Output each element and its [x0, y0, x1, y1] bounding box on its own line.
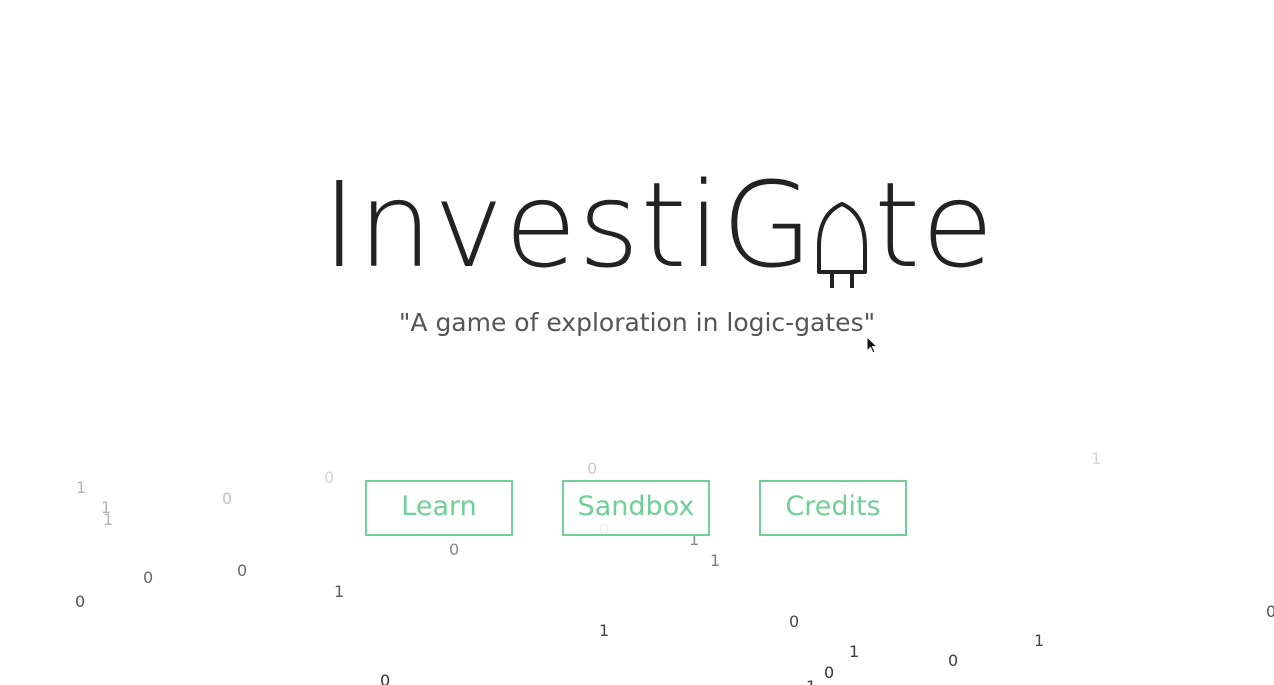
sandbox-button[interactable]: Sandbox [562, 480, 710, 536]
falling-bit: 1 [1091, 449, 1102, 468]
credits-button[interactable]: Credits [759, 480, 907, 536]
mouse-cursor-icon [866, 335, 879, 358]
falling-bit: 0 [237, 561, 248, 580]
falling-bit: 1 [849, 642, 860, 661]
title-text-start: InvestiG [322, 156, 814, 294]
falling-bit: 1 [76, 478, 87, 497]
falling-bit: 0 [449, 540, 460, 559]
falling-bit: 1 [599, 621, 610, 640]
game-title: InvestiG te [322, 156, 994, 294]
falling-bit: 1 [103, 510, 114, 529]
falling-bit: 0 [948, 651, 959, 670]
falling-bit: 0 [75, 592, 86, 611]
falling-bit: 0 [143, 568, 154, 587]
title-text-end: te [873, 156, 995, 294]
falling-bit: 0 [324, 468, 335, 487]
falling-bit: 1 [710, 551, 721, 570]
game-screen: InvestiG te "A game of exploration in lo… [0, 0, 1274, 685]
falling-bit: 0 [1266, 602, 1274, 621]
falling-bit: 1 [1034, 631, 1045, 650]
falling-bit: 0 [222, 489, 233, 508]
game-subtitle: "A game of exploration in logic-gates" [398, 308, 876, 337]
falling-bit: 0 [789, 612, 800, 631]
falling-bit: 0 [587, 459, 598, 478]
falling-bit: 0 [380, 671, 391, 685]
falling-bit: 1 [806, 679, 816, 685]
learn-button[interactable]: Learn [365, 480, 513, 536]
logic-gate-icon [814, 160, 874, 290]
falling-bit: 1 [334, 582, 345, 601]
falling-bit: 0 [824, 663, 835, 682]
